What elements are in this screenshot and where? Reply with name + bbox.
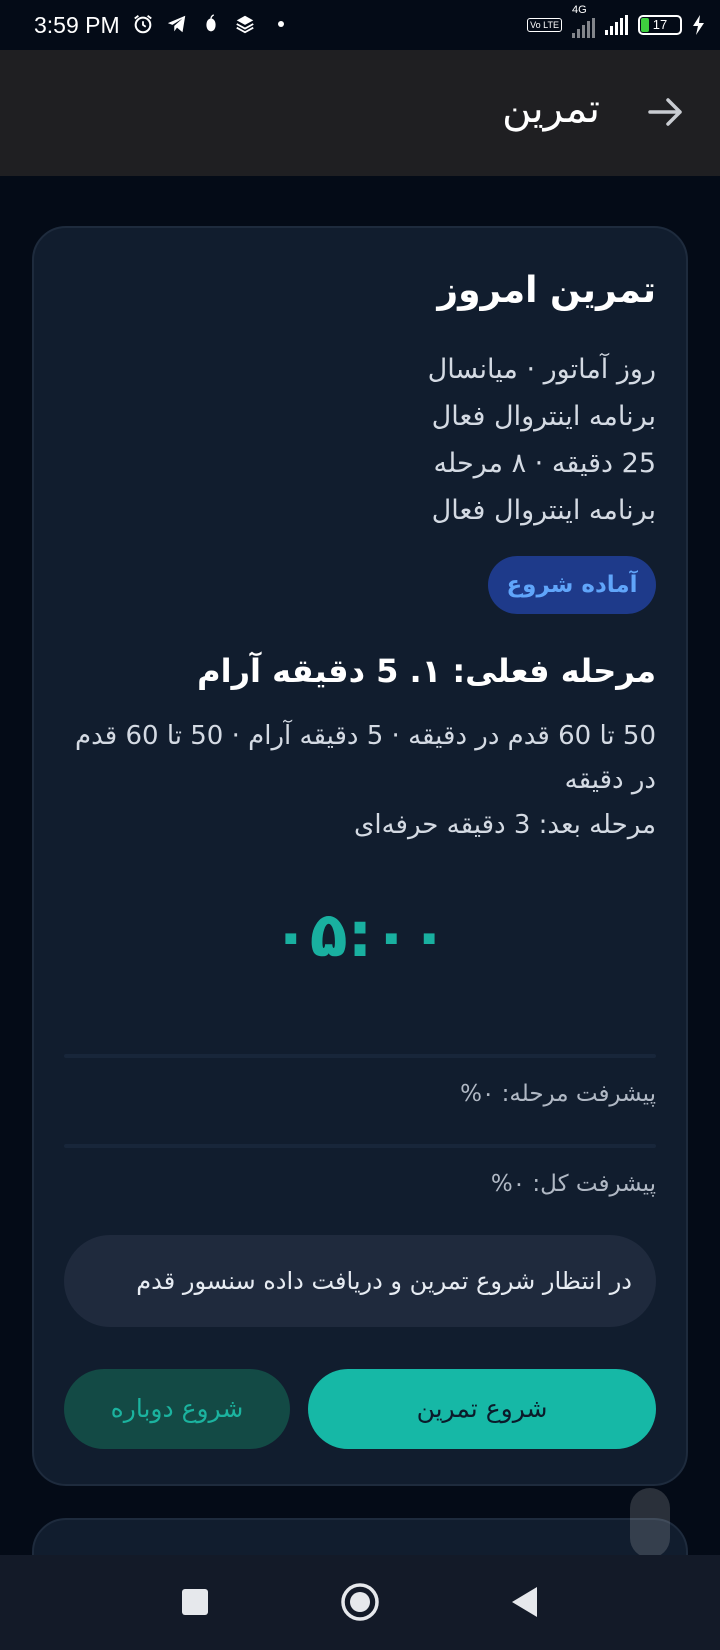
battery-icon: 17	[638, 15, 682, 35]
network-label: 4G	[572, 4, 587, 16]
status-badge: آماده شروع	[488, 556, 656, 614]
arrow-right-icon[interactable]	[646, 92, 686, 132]
info-line: برنامه اینتروال فعال	[431, 495, 656, 526]
stage-progress-bar	[64, 1054, 656, 1058]
stage-progress-label: پیشرفت مرحله: ۰%	[460, 1081, 656, 1107]
stage-description: 50 تا 60 قدم در دقیقه · 5 دقیقه آرام · 5…	[75, 721, 656, 795]
info-line: روز آماتور · میانسال	[427, 354, 656, 385]
signal-4g-icon: 4G	[572, 4, 595, 38]
volte-icon: Vo LTE	[527, 18, 562, 32]
total-progress-bar	[64, 1144, 656, 1148]
charging-icon	[693, 15, 704, 35]
workout-info: روز آماتور · میانسال برنامه اینتروال فعا…	[428, 346, 656, 534]
telegram-icon	[167, 15, 186, 33]
next-stage-label: مرحله بعد: 3 دقیقه حرفه‌ای	[354, 810, 656, 840]
restart-button[interactable]: شروع دوباره	[64, 1369, 290, 1449]
home-icon[interactable]	[335, 1577, 385, 1627]
layers-icon	[236, 15, 254, 34]
signal-icon	[605, 15, 628, 35]
info-line: برنامه اینتروال فعال	[431, 401, 656, 432]
status-bar: 3:59 PM Vo LTE 4G 17	[0, 0, 720, 50]
status-right: Vo LTE 4G 17	[527, 4, 706, 38]
status-time: 3:59 PM	[34, 12, 120, 38]
back-triangle-icon[interactable]	[500, 1577, 550, 1627]
dot-icon	[278, 21, 284, 27]
status-icons	[132, 13, 284, 35]
battery-level: 17	[652, 17, 668, 32]
alarm-icon	[134, 15, 152, 34]
sensor-status-message: در انتظار شروع تمرین و دریافت داده سنسور…	[64, 1235, 656, 1327]
total-progress-label: پیشرفت کل: ۰%	[490, 1171, 656, 1197]
current-stage-title: مرحله فعلی: ۱. 5 دقیقه آرام	[197, 652, 656, 690]
recent-apps-icon[interactable]	[170, 1577, 220, 1627]
app-bar: تمرین	[0, 50, 720, 176]
app-icon	[206, 14, 216, 32]
countdown-timer: ۰۵:۰۰	[271, 898, 449, 971]
card-title: تمرین امروز	[437, 270, 656, 311]
page-title: تمرین	[502, 86, 600, 132]
info-line: 25 دقیقه · ۸ مرحله	[433, 448, 656, 479]
system-navigation-bar	[0, 1555, 720, 1650]
workout-card: تمرین امروز روز آماتور · میانسال برنامه …	[32, 226, 688, 1486]
start-workout-button[interactable]: شروع تمرین	[308, 1369, 656, 1449]
